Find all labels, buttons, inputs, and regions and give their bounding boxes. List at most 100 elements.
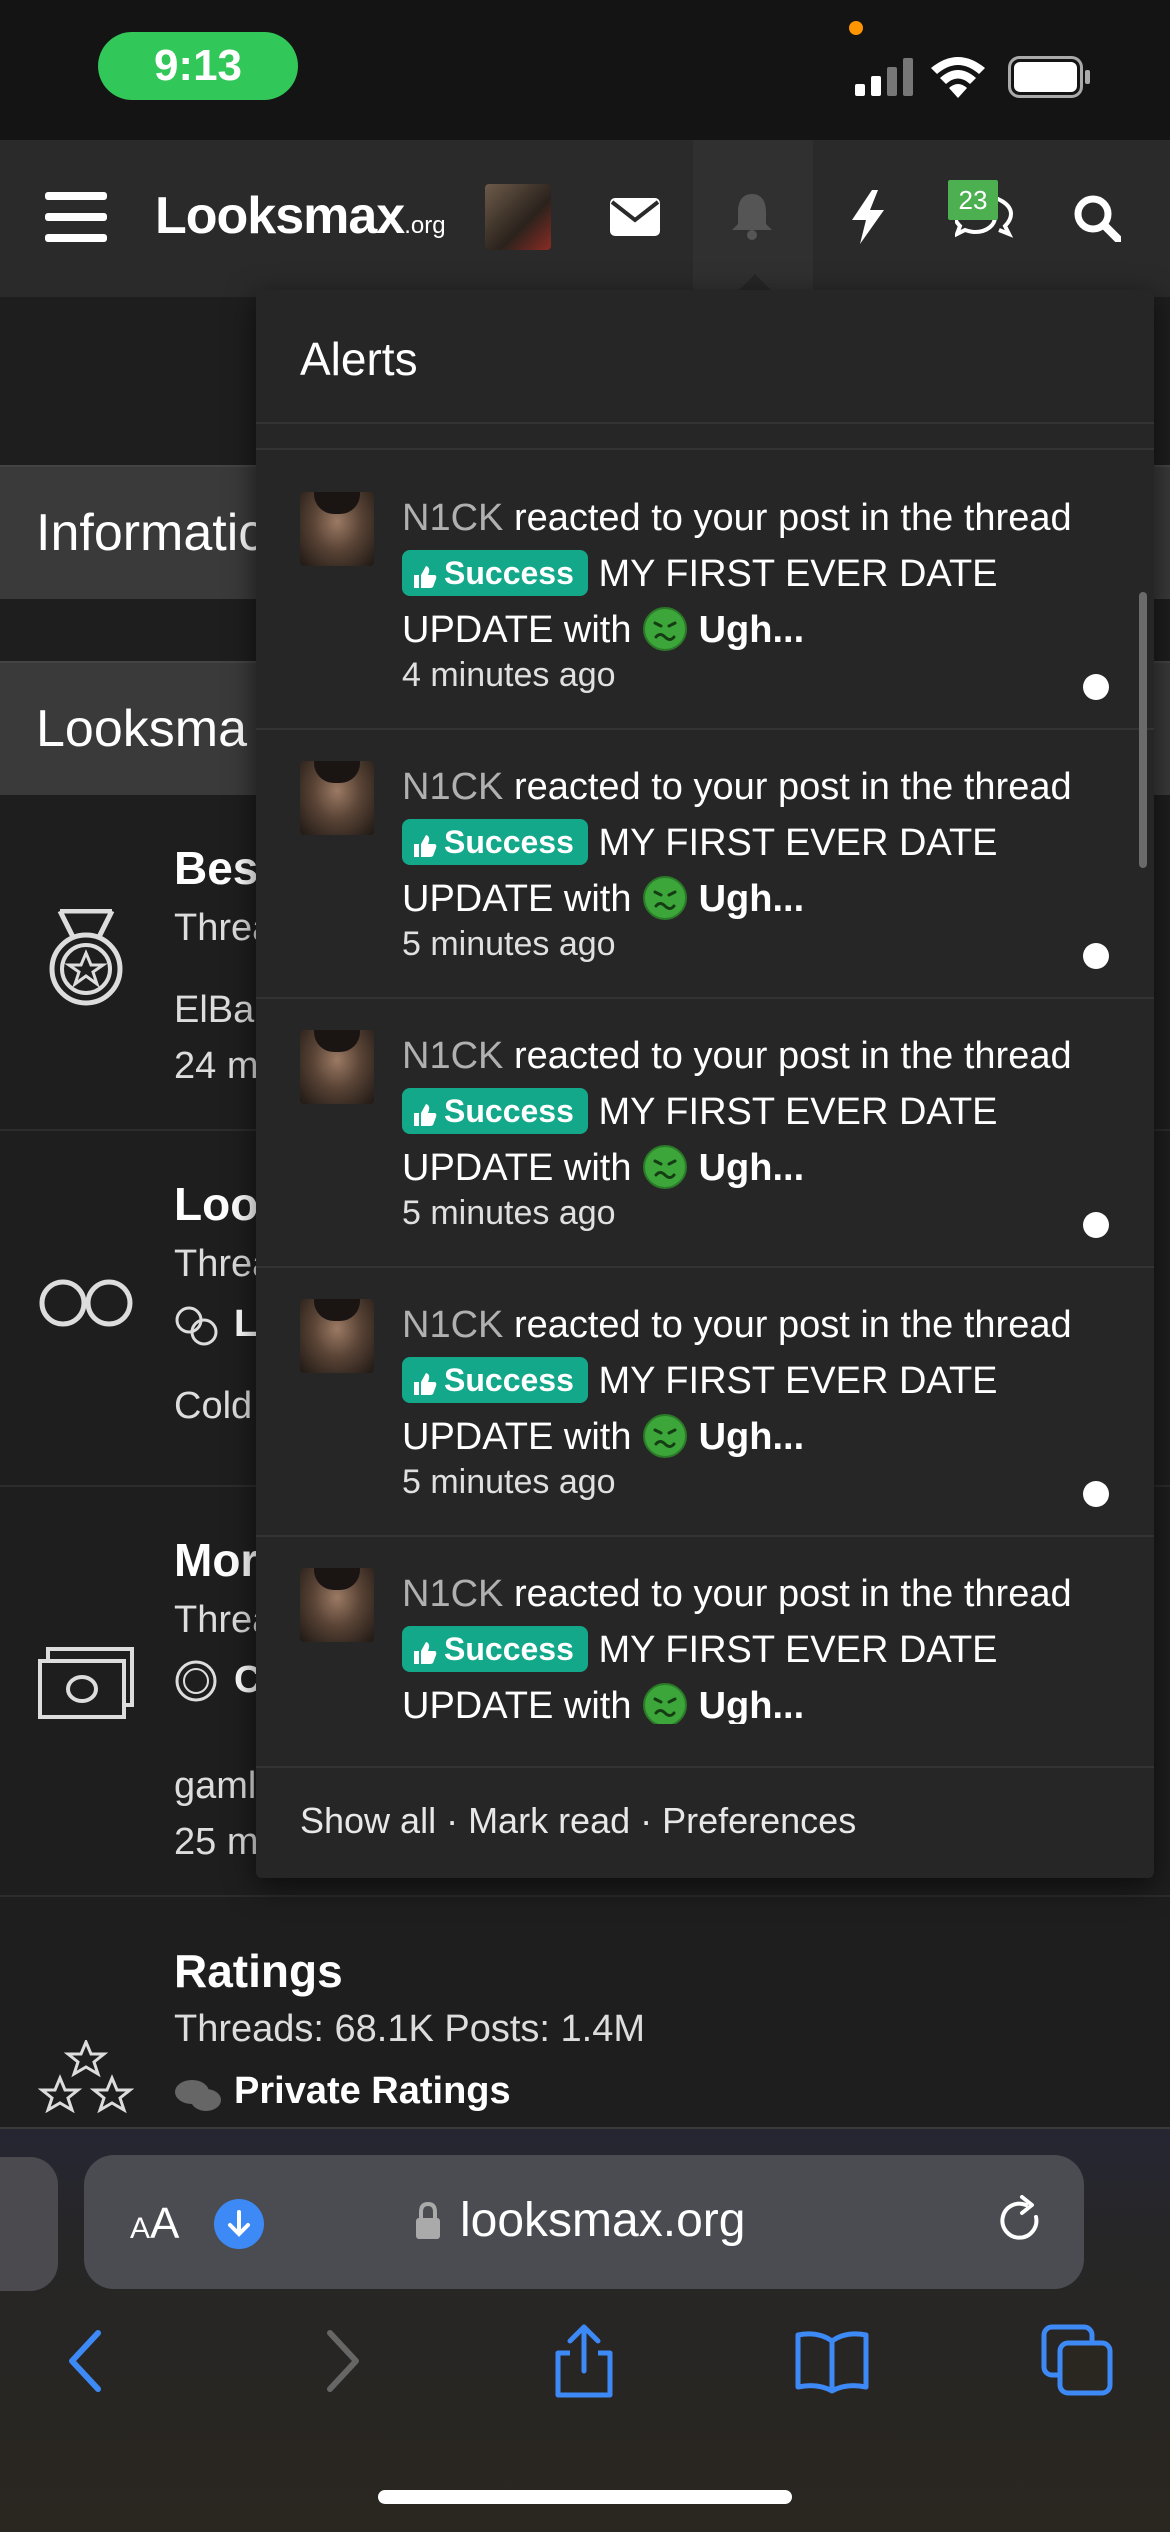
alert-reaction-label: Ugh... — [698, 1147, 805, 1189]
user-avatar[interactable] — [485, 184, 551, 250]
previous-tab-stub[interactable] — [0, 2157, 58, 2291]
alert-reaction-label: Ugh... — [698, 1416, 805, 1458]
nauseated-face-icon — [643, 1683, 688, 1724]
logo-suffix-text: .org — [404, 212, 446, 239]
nauseated-face-icon — [643, 607, 688, 651]
alert-item[interactable]: N1CK reacted to your post in the thread … — [256, 462, 1154, 730]
alert-reaction-label: Ugh... — [698, 1685, 805, 1724]
search-icon[interactable] — [1073, 194, 1121, 242]
envelope-icon[interactable] — [610, 198, 660, 236]
stars-icon — [38, 2040, 134, 2114]
alert-with: with — [563, 878, 632, 920]
lock-icon — [416, 2201, 440, 2239]
hamburger-menu-icon[interactable] — [45, 190, 107, 244]
bell-icon[interactable] — [730, 192, 774, 240]
alert-item[interactable]: N1CK reacted to your post in the thread … — [256, 1000, 1154, 1268]
unread-indicator[interactable] — [1083, 1212, 1109, 1238]
alert-username[interactable]: N1CK — [402, 766, 503, 808]
money-icon — [38, 1647, 134, 1719]
alert-text: N1CK reacted to your post in the thread … — [402, 490, 1122, 658]
logo-main-text: Looksmax — [155, 187, 405, 245]
aa-small: A — [130, 2212, 151, 2245]
alerts-scrollbar[interactable] — [1139, 592, 1147, 868]
unread-indicator[interactable] — [1083, 943, 1109, 969]
alert-user-avatar[interactable] — [300, 761, 374, 835]
wifi-icon — [931, 57, 985, 98]
reader-text-size-button[interactable]: AA — [130, 2199, 179, 2249]
forum-row-time: 25 m — [174, 1821, 259, 1863]
alerts-list[interactable]: N1CK reacted to your post in the thread … — [256, 424, 1154, 1724]
forum-row-latest-user: Cold — [174, 1385, 253, 1427]
section-header-text: Looksma — [36, 700, 247, 758]
thread-prefix-badge: Success — [402, 1357, 588, 1403]
bookmarks-icon[interactable] — [794, 2323, 870, 2399]
alerts-footer: Show all · Mark read · Preferences — [256, 1766, 1154, 1878]
ratings-private-link[interactable]: Private Ratings — [234, 2070, 511, 2113]
alert-text: N1CK reacted to your post in the thread … — [402, 1028, 1122, 1196]
unread-indicator[interactable] — [1083, 1481, 1109, 1507]
forum-navbar: Looksmax.org 23 — [0, 140, 1170, 297]
infinity-icon — [39, 1279, 133, 1327]
ratings-title: Ratings — [174, 1945, 343, 1997]
back-icon[interactable] — [50, 2323, 126, 2399]
home-indicator — [378, 2490, 792, 2504]
forward-icon[interactable] — [302, 2323, 378, 2399]
alert-text: N1CK reacted to your post in the thread … — [402, 1297, 1122, 1465]
medal-icon — [49, 909, 123, 1006]
alert-user-avatar[interactable] — [300, 1568, 374, 1642]
reload-icon[interactable] — [996, 2195, 1046, 2249]
privacy-indicator-dot — [849, 21, 863, 35]
thumbs-up-icon — [414, 835, 437, 857]
tabs-icon[interactable] — [1040, 2323, 1116, 2399]
section-header-text: Informatic — [36, 504, 265, 562]
thread-prefix-badge: Success — [402, 1088, 588, 1134]
address-bar[interactable]: AA looksmax.org — [84, 2155, 1084, 2289]
alert-item[interactable]: N1CK reacted to your post in the thread … — [256, 1538, 1154, 1724]
alert-username[interactable]: N1CK — [402, 1573, 503, 1615]
aa-large: A — [150, 2199, 180, 2248]
bitcoin-icon — [175, 1660, 217, 1702]
thread-prefix-label: Success — [444, 555, 574, 591]
alerts-title: Alerts — [300, 333, 418, 385]
thread-prefix-label: Success — [444, 824, 574, 860]
lightning-bolt-icon[interactable] — [850, 190, 886, 244]
share-icon[interactable] — [546, 2323, 622, 2399]
unread-indicator[interactable] — [1083, 674, 1109, 700]
alert-username[interactable]: N1CK — [402, 1304, 503, 1346]
url-text: looksmax.org — [460, 2194, 746, 2247]
alert-username[interactable]: N1CK — [402, 497, 503, 539]
alert-with: with — [563, 1147, 632, 1189]
alert-reaction-label: Ugh... — [698, 878, 805, 920]
gender-icon — [175, 1306, 218, 1346]
forum-row-title: Loo — [174, 1178, 259, 1230]
forum-row-latest: ElBa — [174, 989, 255, 1031]
alert-user-avatar[interactable] — [300, 1299, 374, 1373]
alerts-footer-links[interactable]: Show all · Mark read · Preferences — [300, 1800, 856, 1842]
alert-timestamp: 5 minutes ago — [402, 1463, 616, 1501]
alerts-dropdown: Alerts N1CK reacted to your post in the … — [256, 290, 1154, 1878]
alert-action: reacted to your post in the thread — [513, 1035, 1072, 1077]
alert-username[interactable]: N1CK — [402, 1035, 503, 1077]
thread-prefix-label: Success — [444, 1093, 574, 1129]
nauseated-face-icon — [643, 1145, 688, 1189]
alert-reaction-label: Ugh... — [698, 609, 805, 651]
site-logo[interactable]: Looksmax.org — [155, 186, 446, 246]
thumbs-up-icon — [414, 1373, 437, 1395]
alert-user-avatar[interactable] — [300, 1030, 374, 1104]
thumbs-up-icon — [414, 566, 437, 588]
status-bar: 9:13 — [0, 0, 1170, 140]
comments-icon — [175, 2080, 221, 2111]
nauseated-face-icon — [643, 1414, 688, 1458]
thread-prefix-badge: Success — [402, 550, 588, 596]
alert-with: with — [563, 1685, 632, 1724]
alert-timestamp: 5 minutes ago — [402, 925, 616, 963]
alert-action: reacted to your post in the thread — [513, 766, 1072, 808]
download-icon[interactable] — [214, 2199, 264, 2249]
alert-item[interactable]: N1CK reacted to your post in the thread … — [256, 731, 1154, 999]
alert-text: N1CK reacted to your post in the thread … — [402, 1566, 1122, 1724]
alert-item[interactable]: N1CK reacted to your post in the thread … — [256, 1269, 1154, 1537]
alert-user-avatar[interactable] — [300, 492, 374, 566]
alert-text: N1CK reacted to your post in the thread … — [402, 759, 1122, 927]
browser-toolbar: AA looksmax.org — [0, 2127, 1170, 2532]
cellular-signal-icon — [855, 58, 913, 96]
